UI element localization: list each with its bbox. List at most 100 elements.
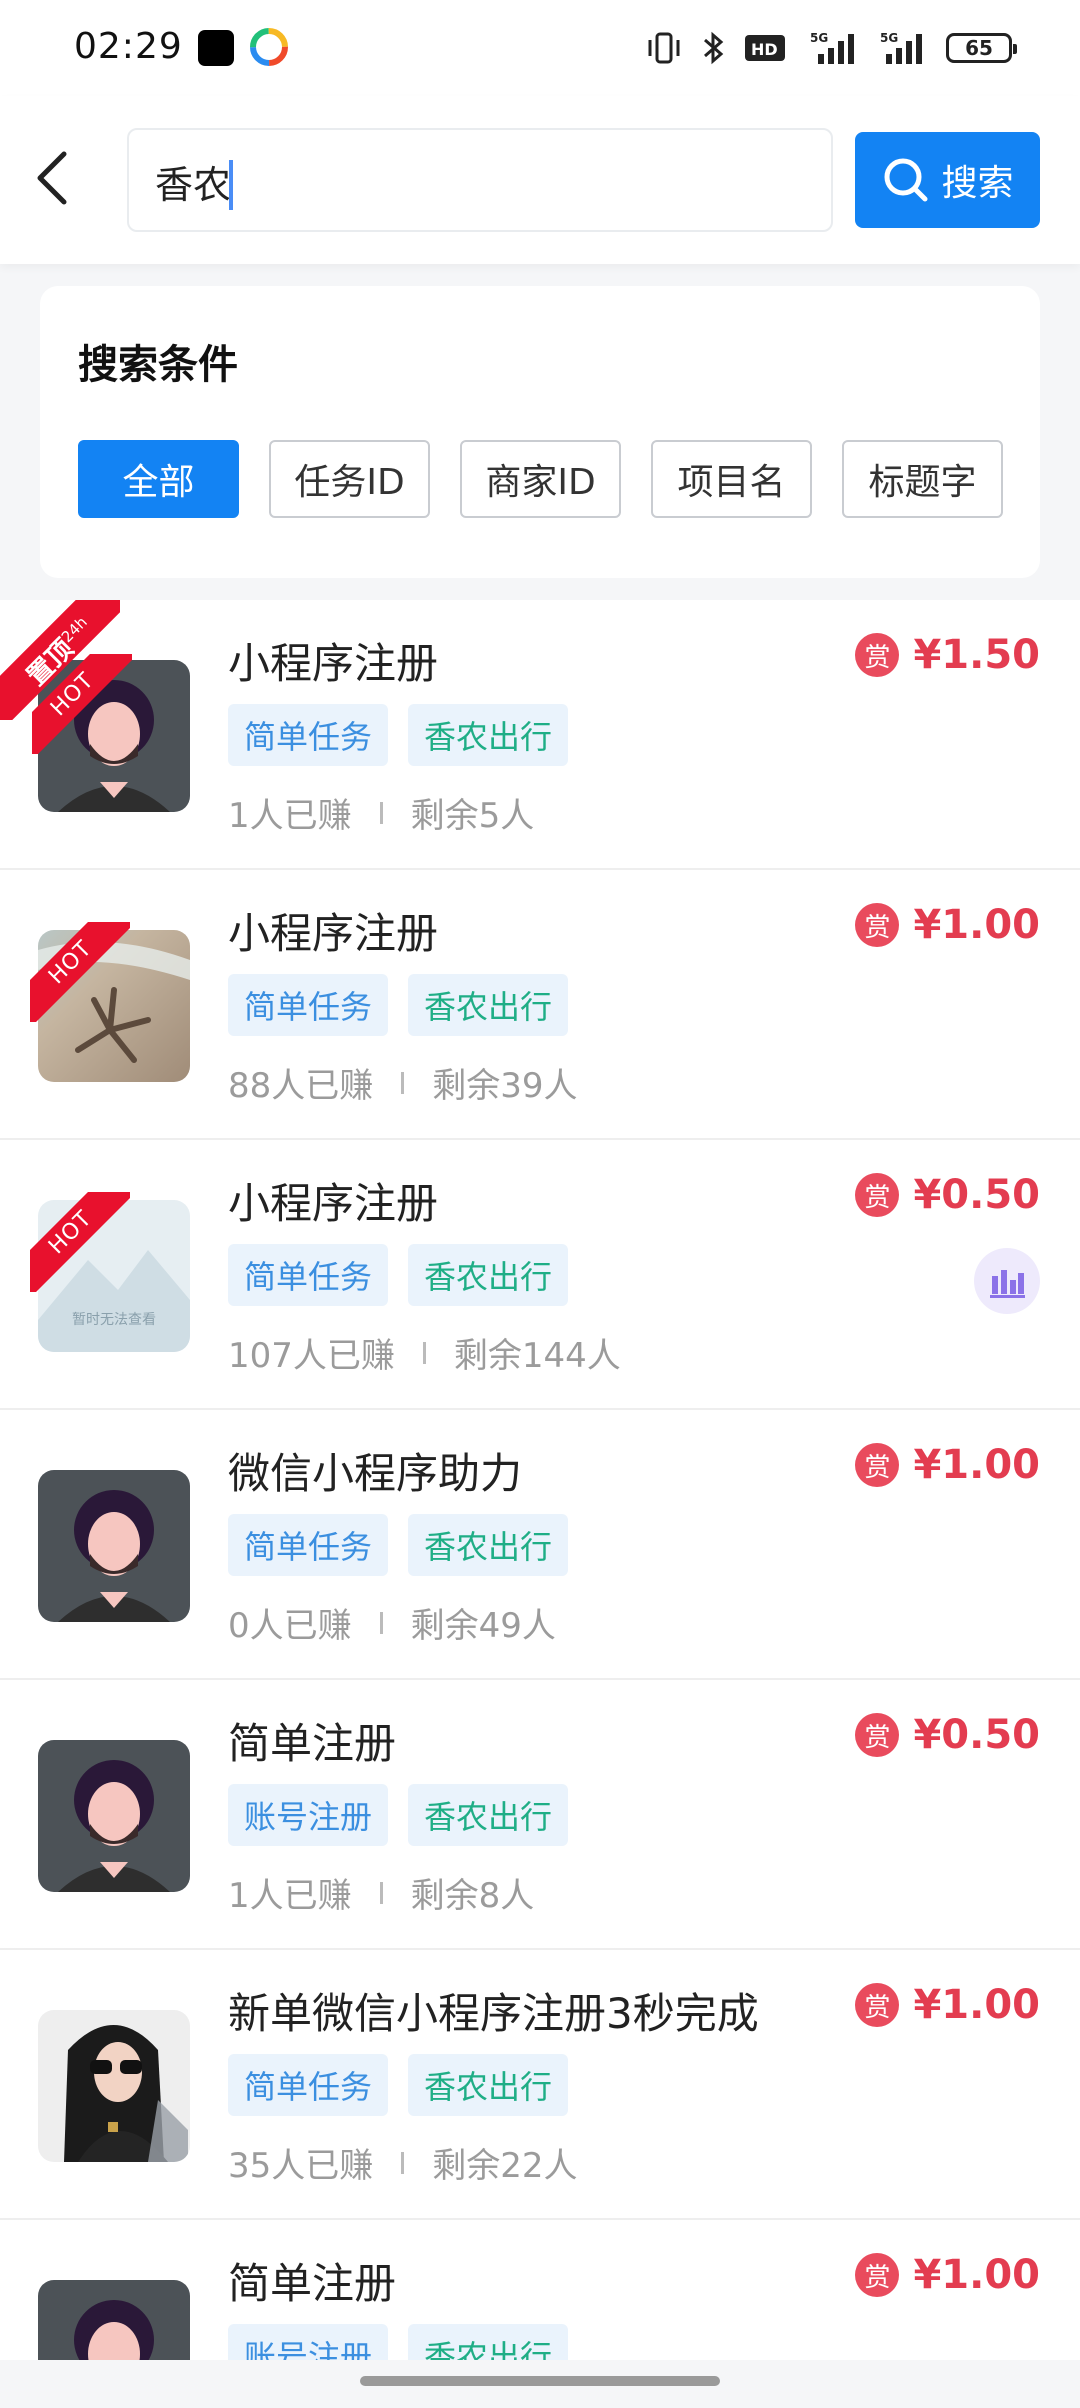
task-item[interactable]: 微信小程序助力 简单任务 香农出行 0人已赚 剩余49人 赏 ¥1.00 bbox=[0, 1410, 1080, 1680]
reward-amount: ¥1.00 bbox=[913, 1982, 1040, 2028]
task-item[interactable]: HOT 小程序注册 简单任务 香农出行 88人已赚 剩余39人 赏 ¥1.00 bbox=[0, 870, 1080, 1140]
conditions-title: 搜索条件 bbox=[78, 342, 238, 388]
earned-count: 107人已赚 bbox=[228, 1336, 395, 1376]
5g-signal-icon: 5G bbox=[810, 31, 854, 64]
reward-badge-icon: 赏 bbox=[855, 1983, 900, 2027]
project-tag: 香农出行 bbox=[408, 974, 569, 1036]
task-title: 简单注册 bbox=[228, 2259, 397, 2308]
earned-count: 1人已赚 bbox=[228, 1876, 352, 1916]
search-box[interactable] bbox=[127, 128, 833, 232]
reward-badge-icon: 赏 bbox=[855, 633, 900, 677]
reward-amount: ¥1.00 bbox=[913, 2252, 1040, 2298]
reward-badge-icon: 赏 bbox=[855, 1713, 900, 1757]
search-icon bbox=[884, 158, 928, 202]
task-tags: 简单任务 香农出行 bbox=[228, 1514, 569, 1576]
task-stats: 1人已赚 剩余8人 bbox=[228, 1868, 534, 1917]
task-title: 小程序注册 bbox=[228, 1179, 439, 1228]
task-stats: 1人已赚 剩余5人 bbox=[228, 788, 534, 837]
reward-badge-icon: 赏 bbox=[855, 1443, 900, 1487]
remaining-count: 剩余39人 bbox=[432, 1066, 578, 1106]
task-avatar bbox=[38, 1470, 190, 1622]
reward: 赏 ¥1.50 bbox=[855, 632, 1040, 678]
project-tag: 香农出行 bbox=[408, 1514, 569, 1576]
task-title: 小程序注册 bbox=[228, 909, 439, 958]
task-tags: 账号注册 香农出行 bbox=[228, 2324, 569, 2360]
task-stats: 88人已赚 剩余39人 bbox=[228, 1058, 578, 1107]
project-tag: 香农出行 bbox=[408, 704, 569, 766]
task-type-tag: 简单任务 bbox=[228, 974, 389, 1036]
reward: 赏 ¥1.00 bbox=[855, 1982, 1040, 2028]
status-icons: HD 5G 5G 65 bbox=[646, 28, 1017, 68]
task-type-tag: 简单任务 bbox=[228, 1244, 389, 1306]
search-button[interactable]: 搜索 bbox=[855, 132, 1040, 228]
remaining-count: 剩余5人 bbox=[410, 796, 535, 836]
task-tags: 简单任务 香农出行 bbox=[228, 704, 569, 766]
man-avatar-image bbox=[38, 1470, 190, 1622]
task-tags: 账号注册 香农出行 bbox=[228, 1784, 569, 1846]
hot-label: HOT bbox=[30, 1192, 130, 1292]
condition-filter-tags: 全部 任务ID 商家ID 项目名 标题字 bbox=[78, 440, 1003, 518]
battery-icon: 65 bbox=[946, 33, 1017, 63]
task-type-tag: 简单任务 bbox=[228, 2054, 389, 2116]
project-tag: 香农出行 bbox=[408, 1244, 569, 1306]
task-item[interactable]: 简单注册 账号注册 香农出行 赏 ¥1.00 bbox=[0, 2220, 1080, 2360]
task-item[interactable]: 新单微信小程序注册3秒完成 简单任务 香农出行 35人已赚 剩余22人 赏 ¥1.… bbox=[0, 1950, 1080, 2220]
remaining-count: 剩余22人 bbox=[432, 2146, 578, 2186]
search-input[interactable] bbox=[155, 152, 795, 210]
task-type-tag: 简单任务 bbox=[228, 704, 389, 766]
task-avatar bbox=[38, 2010, 190, 2162]
task-type-tag: 简单任务 bbox=[228, 1514, 389, 1576]
reward-badge-icon: 赏 bbox=[855, 903, 900, 947]
task-list: HOT 置顶24h 小程序注册 简单任务 香农出行 1人已赚 剩余5人 赏 ¥1.… bbox=[0, 600, 1080, 2360]
project-tag: 香农出行 bbox=[408, 2054, 569, 2116]
text-caret bbox=[229, 160, 233, 210]
divider bbox=[422, 1341, 426, 1364]
man-avatar-image bbox=[38, 1740, 190, 1892]
remaining-count: 剩余49人 bbox=[410, 1606, 556, 1646]
app-notification-icon bbox=[198, 30, 234, 66]
earned-count: 88人已赚 bbox=[228, 1066, 374, 1106]
task-item[interactable]: 暂时无法查看 HOT 小程序注册 简单任务 香农出行 107人已赚 剩余144人 … bbox=[0, 1140, 1080, 1410]
task-item[interactable]: HOT 置顶24h 小程序注册 简单任务 香农出行 1人已赚 剩余5人 赏 ¥1.… bbox=[0, 600, 1080, 870]
divider bbox=[379, 1611, 383, 1634]
home-indicator[interactable] bbox=[360, 2376, 720, 2386]
filter-tag-project-name[interactable]: 项目名 bbox=[651, 440, 812, 518]
task-title: 微信小程序助力 bbox=[228, 1449, 523, 1498]
5g-signal-icon-2: 5G bbox=[880, 31, 922, 64]
task-item[interactable]: 简单注册 账号注册 香农出行 1人已赚 剩余8人 赏 ¥0.50 bbox=[0, 1680, 1080, 1950]
reward: 赏 ¥0.50 bbox=[855, 1172, 1040, 1218]
reward-amount: ¥1.50 bbox=[913, 632, 1040, 678]
search-conditions-card: 搜索条件 全部 任务ID 商家ID 项目名 标题字 bbox=[40, 286, 1040, 578]
svg-text:HD: HD bbox=[751, 40, 778, 59]
search-button-label: 搜索 bbox=[941, 163, 1014, 204]
filter-tag-title-keyword[interactable]: 标题字 bbox=[842, 440, 1003, 518]
task-tags: 简单任务 香农出行 bbox=[228, 2054, 569, 2116]
task-avatar: HOT bbox=[30, 922, 190, 1082]
status-time: 02:29 bbox=[74, 26, 183, 67]
hot-ribbon: HOT bbox=[30, 1192, 130, 1292]
bar-chart-icon bbox=[990, 1270, 1025, 1298]
filter-tag-merchant-id[interactable]: 商家ID bbox=[460, 440, 621, 518]
divider bbox=[401, 2151, 405, 2174]
reward-badge-icon: 赏 bbox=[855, 1173, 900, 1217]
hot-ribbon: HOT bbox=[30, 922, 130, 1022]
svg-text:5G: 5G bbox=[810, 31, 828, 45]
reward-amount: ¥0.50 bbox=[913, 1712, 1040, 1758]
project-tag: 香农出行 bbox=[408, 2324, 569, 2360]
filter-tag-task-id[interactable]: 任务ID bbox=[269, 440, 430, 518]
reward: 赏 ¥1.00 bbox=[855, 1442, 1040, 1488]
app-pinwheel-icon bbox=[250, 28, 288, 66]
stats-chart-button[interactable] bbox=[974, 1248, 1040, 1314]
placeholder-text: 暂时无法查看 bbox=[72, 1312, 156, 1328]
task-stats: 107人已赚 剩余144人 bbox=[228, 1328, 621, 1377]
filter-tag-all[interactable]: 全部 bbox=[78, 440, 239, 518]
task-stats: 0人已赚 剩余49人 bbox=[228, 1598, 556, 1647]
hd-icon: HD bbox=[745, 35, 785, 61]
earned-count: 35人已赚 bbox=[228, 2146, 374, 2186]
earned-count: 0人已赚 bbox=[228, 1606, 352, 1646]
back-arrow-icon[interactable] bbox=[26, 146, 82, 210]
task-type-tag: 账号注册 bbox=[228, 1784, 389, 1846]
remaining-count: 剩余8人 bbox=[410, 1876, 535, 1916]
search-header: 搜索 bbox=[0, 96, 1080, 264]
reward-badge-icon: 赏 bbox=[855, 2253, 900, 2297]
